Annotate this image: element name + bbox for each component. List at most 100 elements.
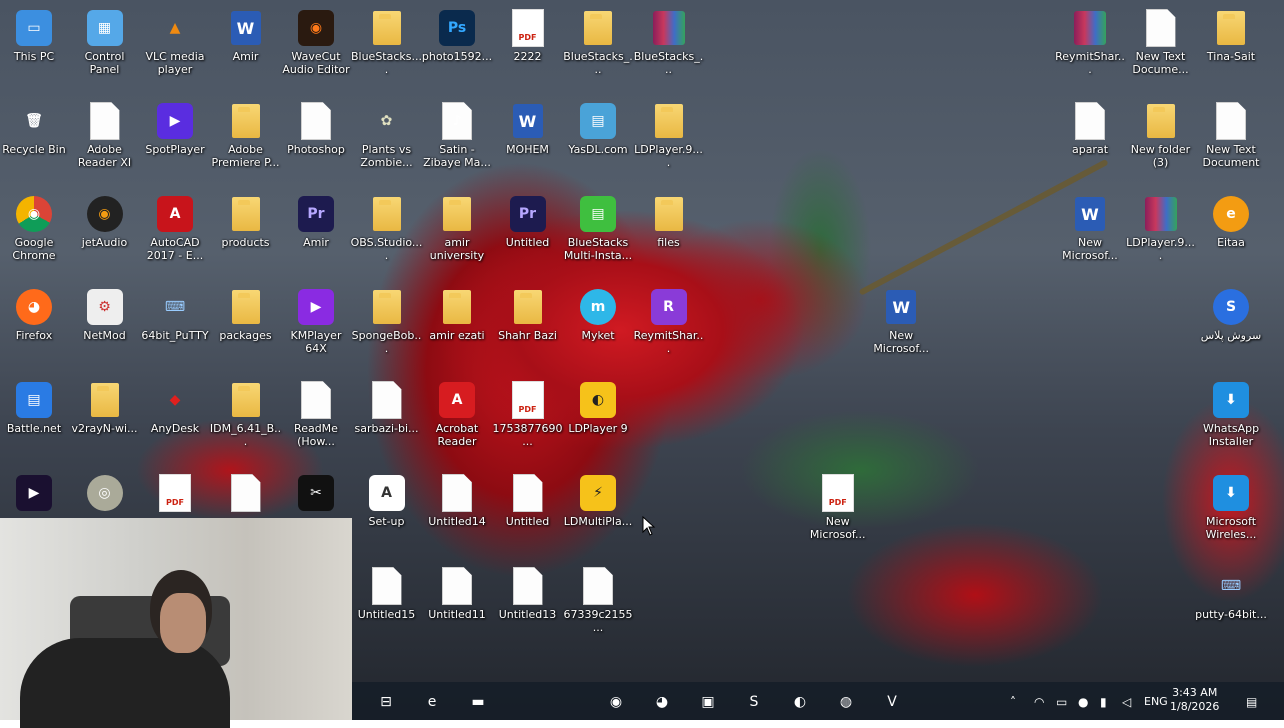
taskbar-desktop-tool-icon[interactable]: ▣ (696, 690, 720, 714)
desktop-icon[interactable]: 1753877690... (492, 376, 564, 448)
taskbar-vivaldi-icon[interactable]: V (880, 690, 904, 714)
desktop-icon[interactable]: Adobe Premiere P... (210, 97, 282, 169)
usb-icon[interactable]: ▭ (1056, 695, 1067, 709)
desktop-icon[interactable]: BlueStacks_... (562, 4, 634, 76)
desktop-icon[interactable]: ✂ (280, 469, 352, 515)
desktop-icon[interactable]: m Myket (562, 283, 634, 342)
desktop-icon[interactable]: ▲ VLC media player (139, 4, 211, 76)
desktop-icon[interactable]: aparat (1054, 97, 1126, 156)
desktop-icon[interactable]: packages (210, 283, 282, 342)
desktop-icon[interactable]: ReymitShar... (1054, 4, 1126, 76)
desktop-icon[interactable]: A Acrobat Reader (421, 376, 493, 448)
taskbar-chrome-icon[interactable]: ◉ (604, 690, 628, 714)
desktop-icon[interactable]: Tina-Sait (1195, 4, 1267, 63)
desktop-icon[interactable]: LDPlayer.9.... (633, 97, 705, 169)
desktop-icon[interactable]: ▶ (0, 469, 70, 515)
desktop-icon[interactable]: Untitled15 (351, 562, 423, 621)
desktop-icon[interactable]: A AutoCAD 2017 - E... (139, 190, 211, 262)
desktop-icon[interactable]: amir ezati (421, 283, 493, 342)
notification-icon[interactable]: ▤ (1246, 695, 1257, 709)
desktop-icon[interactable]: ▶ KMPlayer 64X (280, 283, 352, 355)
desktop-icon[interactable]: ⚙ NetMod (69, 283, 141, 342)
show-hidden-icons-chevron-icon[interactable]: ˄ (1010, 695, 1016, 709)
folder-icon (226, 287, 266, 327)
taskbar-ldplayer-icon[interactable]: ◐ (788, 690, 812, 714)
desktop-icon[interactable]: ▶ SpotPlayer (139, 97, 211, 156)
desktop-icon[interactable]: ▦ Control Panel (69, 4, 141, 76)
desktop-icon[interactable]: ◎ (69, 469, 141, 515)
desktop-icon[interactable]: New folder (3) (1125, 97, 1197, 169)
desktop-icon[interactable]: ⌨ putty-64bit... (1195, 562, 1267, 621)
desktop-icon[interactable]: W New Microsof... (1054, 190, 1126, 262)
volume-icon[interactable]: ◁ (1122, 695, 1131, 709)
desktop-icon[interactable]: ⬇ Microsoft Wireles... (1195, 469, 1267, 541)
desktop-icon[interactable]: Untitled (492, 469, 564, 528)
desktop-icon[interactable]: ⚡ LDMultiPla... (562, 469, 634, 528)
desktop-icon[interactable]: New Microsof... (802, 469, 874, 541)
desktop-icon[interactable]: ◉ jetAudio (69, 190, 141, 249)
desktop-icon[interactable]: amir university (421, 190, 493, 262)
desktop-icon[interactable]: Ps photo1592... (421, 4, 493, 63)
desktop-icon[interactable]: ◐ LDPlayer 9 (562, 376, 634, 435)
desktop-icon[interactable]: 🗑 Recycle Bin (0, 97, 70, 156)
desktop-icon[interactable]: W Amir (210, 4, 282, 63)
desktop-icon[interactable]: Photoshop (280, 97, 352, 156)
desktop-icon[interactable]: BlueStacks_... (633, 4, 705, 76)
desktop-icon[interactable]: R ReymitShar... (633, 283, 705, 355)
desktop-icon[interactable]: ▭ This PC (0, 4, 70, 63)
taskbar-file-explorer-icon[interactable]: ▬ (466, 690, 490, 714)
battery-icon[interactable]: ▮ (1100, 695, 1107, 709)
desktop-icon[interactable]: S سروش پلاس (1195, 283, 1267, 342)
desktop-icon[interactable]: sarbazi-bi... (351, 376, 423, 435)
system-clock[interactable]: 3:43 AM 1/8/2026 (1170, 686, 1219, 714)
desktop-icon[interactable]: LDPlayer.9.... (1125, 190, 1197, 262)
doc-icon (437, 566, 477, 606)
language-indicator[interactable]: ENG (1144, 695, 1168, 708)
desktop-icon[interactable]: ◆ AnyDesk (139, 376, 211, 435)
desktop-icon[interactable]: SpongeBob... (351, 283, 423, 355)
desktop-icon[interactable]: W MOHEM (492, 97, 564, 156)
desktop-icon[interactable] (210, 469, 282, 515)
desktop-icon[interactable]: Untitled13 (492, 562, 564, 621)
desktop-icon[interactable]: New Text Docume... (1125, 4, 1197, 76)
desktop-icon[interactable]: IDM_6.41_B... (210, 376, 282, 448)
desktop-icon[interactable]: Shahr Bazi (492, 283, 564, 342)
desktop-icon[interactable]: 2222 (492, 4, 564, 63)
desktop-icon[interactable]: A Set-up (351, 469, 423, 528)
desktop-icon[interactable]: ✿ Plants vs Zombie... (351, 97, 423, 169)
desktop-icon[interactable]: Adobe Reader XI (69, 97, 141, 169)
desktop-icon[interactable]: ReadMe (How... (280, 376, 352, 448)
desktop-icon[interactable]: ◕ Firefox (0, 283, 70, 342)
desktop-icon[interactable]: Untitled11 (421, 562, 493, 621)
desktop-icon[interactable]: ▤ YasDL.com (562, 97, 634, 156)
microphone-icon[interactable]: ● (1078, 695, 1088, 709)
desktop-icon[interactable]: Pr Amir (280, 190, 352, 249)
desktop-icon[interactable]: ⌨ 64bit_PuTTY (139, 283, 211, 342)
desktop-icon[interactable]: Pr Untitled (492, 190, 564, 249)
taskbar-edge-icon[interactable]: e (420, 690, 444, 714)
desktop-icon[interactable]: ◉ Google Chrome (0, 190, 70, 262)
desktop-icon[interactable]: 67339c2155... (562, 562, 634, 634)
desktop-icon[interactable]: Untitled14 (421, 469, 493, 528)
desktop-icon[interactable]: files (633, 190, 705, 249)
desktop-icon[interactable]: OBS.Studio.... (351, 190, 423, 262)
taskbar-firefox-icon[interactable]: ◕ (650, 690, 674, 714)
desktop-icon[interactable]: ♪ Satin - Zibaye Ma... (421, 97, 493, 169)
desktop-icon[interactable]: New Text Document (1195, 97, 1267, 169)
folder-icon (226, 194, 266, 234)
desktop-icon[interactable]: W New Microsof... (865, 283, 937, 355)
taskbar-task-view-icon[interactable]: ⊟ (374, 690, 398, 714)
desktop-icon[interactable]: v2rayN-wi... (69, 376, 141, 435)
desktop-icon[interactable]: ▤ Battle.net (0, 376, 70, 435)
desktop-icon[interactable]: ▤ BlueStacks Multi-Insta... (562, 190, 634, 262)
desktop-icon[interactable] (139, 469, 211, 515)
desktop-icon[interactable]: products (210, 190, 282, 249)
desktop-icon[interactable]: e Eitaa (1195, 190, 1267, 249)
folder-icon (1211, 8, 1251, 48)
taskbar-obs-icon[interactable]: ◍ (834, 690, 858, 714)
wifi-icon[interactable]: ◠ (1034, 695, 1044, 709)
desktop-icon[interactable]: BlueStacks.... (351, 4, 423, 76)
desktop-icon[interactable]: ⬇ WhatsApp Installer (1195, 376, 1267, 448)
desktop-icon[interactable]: ◉ WaveCut Audio Editor (280, 4, 352, 76)
taskbar-soroush-icon[interactable]: S (742, 690, 766, 714)
